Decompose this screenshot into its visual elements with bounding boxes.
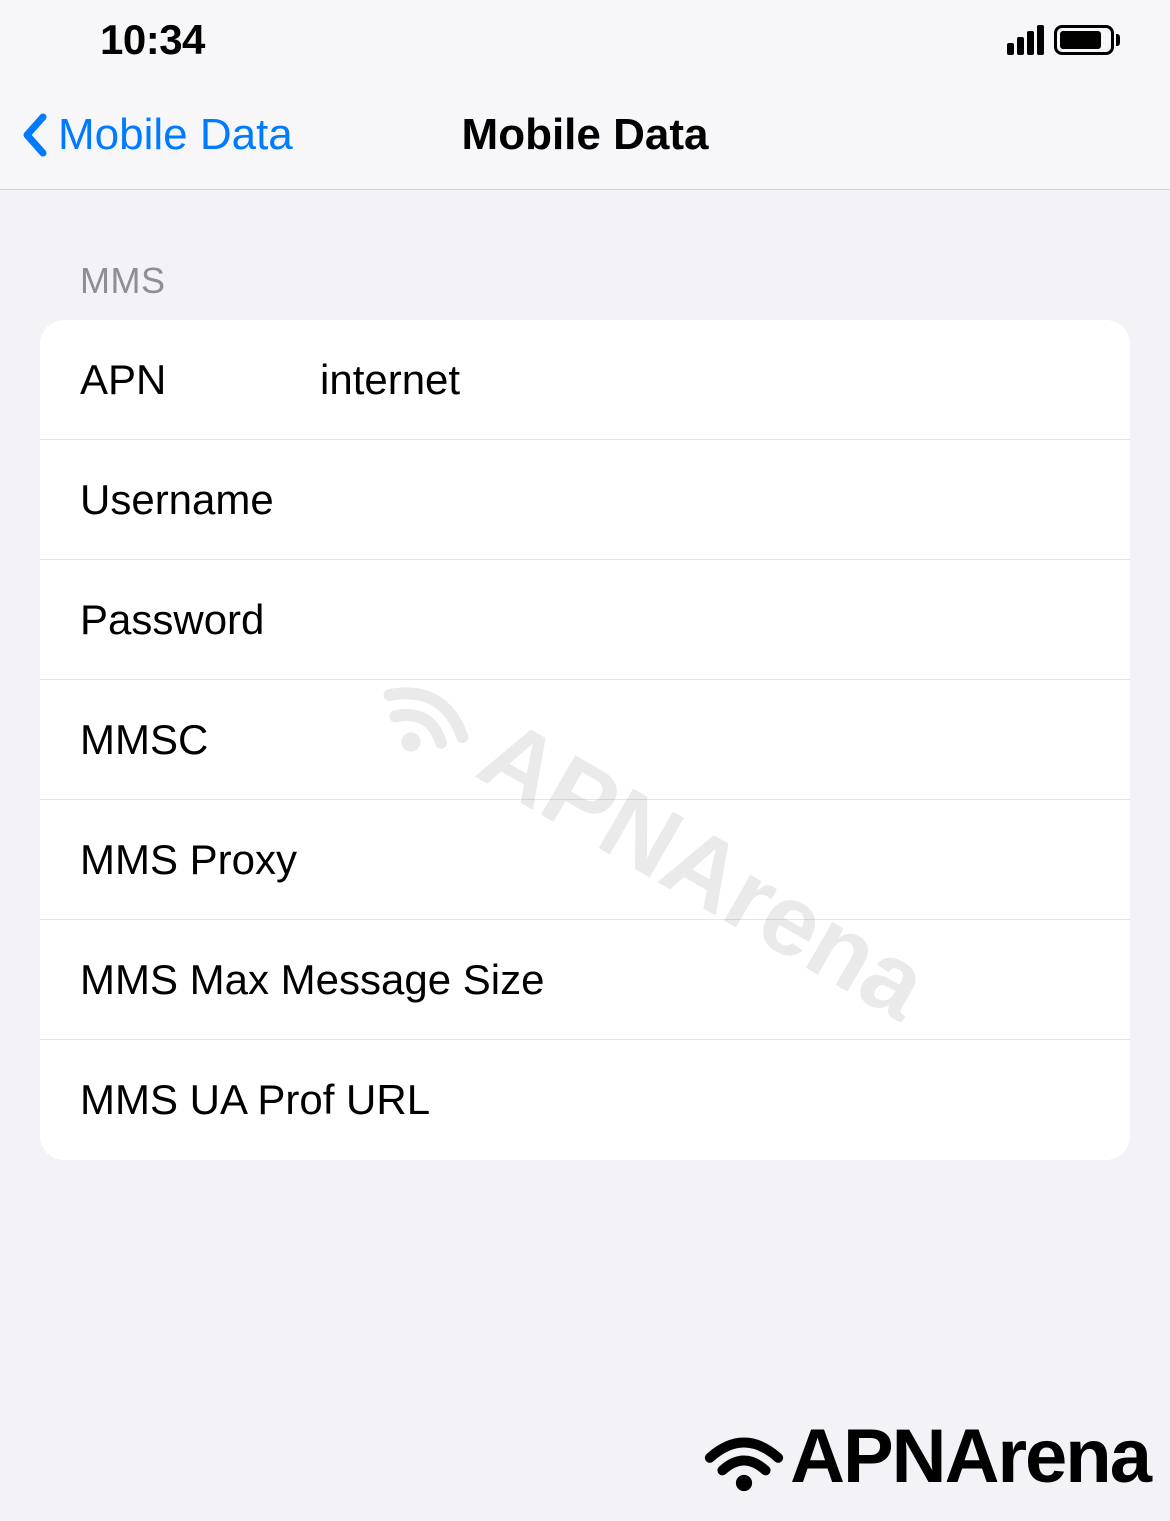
mmsc-row[interactable]: MMSC [40, 680, 1130, 800]
battery-icon [1054, 25, 1120, 55]
back-button[interactable]: Mobile Data [20, 110, 293, 160]
mms-ua-prof-row[interactable]: MMS UA Prof URL [40, 1040, 1130, 1160]
navigation-bar: Mobile Data Mobile Data [0, 80, 1170, 190]
username-input[interactable] [320, 476, 1090, 524]
mms-proxy-input[interactable] [297, 836, 1090, 884]
wifi-icon [699, 1411, 789, 1501]
apnarena-logo: APNArena [699, 1411, 1150, 1501]
back-label: Mobile Data [58, 110, 293, 160]
logo-text: APNArena [790, 1413, 1150, 1500]
cellular-signal-icon [1007, 25, 1044, 55]
username-label: Username [80, 476, 320, 524]
mms-max-size-input[interactable] [544, 956, 1090, 1004]
mmsc-input[interactable] [320, 716, 1090, 764]
mms-settings-group: APN Username Password MMSC MMS Proxy MMS… [40, 320, 1130, 1160]
mms-proxy-label: MMS Proxy [80, 836, 297, 884]
mms-proxy-row[interactable]: MMS Proxy [40, 800, 1130, 920]
status-time: 10:34 [100, 16, 205, 64]
mmsc-label: MMSC [80, 716, 320, 764]
mms-max-size-row[interactable]: MMS Max Message Size [40, 920, 1130, 1040]
section-header-mms: MMS [40, 260, 1130, 320]
mms-ua-prof-label: MMS UA Prof URL [80, 1076, 430, 1124]
chevron-left-icon [20, 110, 50, 160]
username-row[interactable]: Username [40, 440, 1130, 560]
mms-ua-prof-input[interactable] [430, 1076, 1090, 1124]
password-input[interactable] [320, 596, 1090, 644]
apn-input[interactable] [320, 356, 1090, 404]
status-indicators [1007, 25, 1120, 55]
apn-row[interactable]: APN [40, 320, 1130, 440]
mms-max-size-label: MMS Max Message Size [80, 956, 544, 1004]
status-bar: 10:34 [0, 0, 1170, 80]
password-row[interactable]: Password [40, 560, 1130, 680]
apn-label: APN [80, 356, 320, 404]
content-area: MMS APN Username Password MMSC MMS Proxy [0, 190, 1170, 1160]
page-title: Mobile Data [462, 110, 709, 160]
password-label: Password [80, 596, 320, 644]
